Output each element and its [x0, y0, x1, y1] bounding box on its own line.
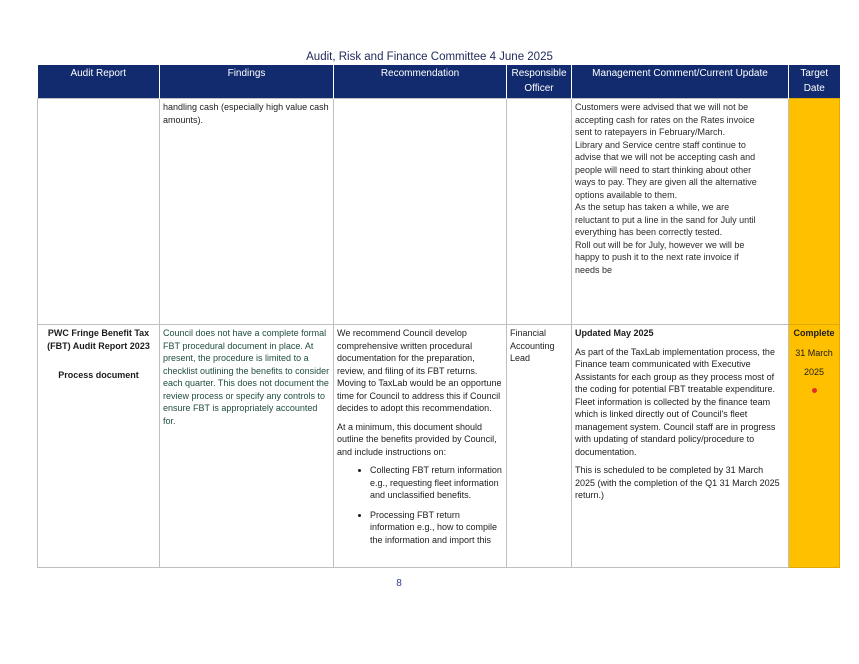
- audit-report-cell: [37, 98, 160, 325]
- management-comment-cell: Updated May 2025 As part of the TaxLab i…: [571, 324, 789, 568]
- header-target-date: Target Date: [788, 65, 840, 99]
- recommendation-list: Collecting FBT return information e.g., …: [337, 464, 503, 546]
- findings-cell: handling cash (especially high value cas…: [159, 98, 334, 325]
- update-line: Library and Service centre staff continu…: [575, 139, 746, 150]
- update-line: accepting cash for rates on the Rates in…: [575, 114, 755, 125]
- update-line: Roll out will be for July, however we wi…: [575, 239, 745, 250]
- header-findings: Findings: [159, 65, 334, 99]
- target-date: 31 March: [795, 347, 833, 358]
- header-management-comment: Management Comment/Current Update: [571, 65, 789, 99]
- recommendation-cell: We recommend Council develop comprehensi…: [333, 324, 507, 568]
- update-line: everything has been correctly tested.: [575, 227, 723, 237]
- update-line: needs be: [575, 264, 613, 275]
- target-date-cell: Complete 31 March 2025: [788, 324, 840, 568]
- update-line: people will need to start thinking about…: [575, 164, 752, 175]
- list-item: Collecting FBT return information e.g., …: [370, 464, 503, 502]
- header-audit-report: Audit Report: [37, 65, 160, 99]
- update-line: reluctant to put a line in the sand for …: [575, 214, 756, 225]
- list-item: Processing FBT return information e.g., …: [370, 509, 503, 547]
- audit-report-subtitle: Process document: [58, 370, 139, 380]
- document-title: Audit, Risk and Finance Committee 4 June…: [306, 51, 553, 63]
- responsible-officer-cell: [506, 98, 572, 325]
- update-paragraph: As part of the TaxLab implementation pro…: [575, 346, 776, 457]
- recommendation-paragraph: At a minimum, this document should outli…: [337, 421, 497, 457]
- responsible-officer-cell: Financial Accounting Lead: [506, 324, 572, 568]
- table-header-row: Audit Report Findings Recommendation Res…: [37, 65, 840, 99]
- update-line: sent to ratepayers in February/March.: [575, 127, 726, 137]
- page-number: 8: [396, 578, 402, 589]
- update-paragraph: This is scheduled to be completed by 31 …: [575, 465, 780, 500]
- audit-report-cell: PWC Fringe Benefit Tax (FBT) Audit Repor…: [37, 324, 160, 568]
- target-status: Complete: [793, 328, 835, 338]
- target-year: 2025: [803, 367, 825, 377]
- recommendation-cell: [333, 98, 507, 325]
- target-date-cell: [788, 98, 840, 325]
- management-comment-cell: Customers were advised that we will not …: [571, 98, 789, 325]
- update-line: options available to them.: [575, 189, 678, 200]
- update-heading: Updated May 2025: [575, 328, 654, 338]
- update-line: advise that we will not be accepting cas…: [575, 152, 756, 162]
- audit-report-title: PWC Fringe Benefit Tax (FBT) Audit Repor…: [47, 328, 150, 351]
- recommendation-paragraph: We recommend Council develop comprehensi…: [337, 328, 502, 413]
- audit-table: Audit Report Findings Recommendation Res…: [37, 65, 840, 568]
- header-responsible-officer: Responsible Officer: [506, 65, 572, 99]
- findings-cell: Council does not have a complete formal …: [159, 324, 334, 568]
- update-line: happy to push it to the next rate invoic…: [575, 252, 739, 262]
- table-row: handling cash (especially high value cas…: [37, 98, 840, 325]
- update-line: Customers were advised that we will not …: [575, 102, 749, 112]
- header-recommendation: Recommendation: [333, 65, 507, 99]
- update-line: ways to pay. They are given all the alte…: [575, 177, 757, 187]
- table-row: PWC Fringe Benefit Tax (FBT) Audit Repor…: [37, 324, 840, 568]
- update-line: As the setup has taken a while, we are: [575, 202, 730, 212]
- status-dot-icon: [811, 387, 817, 393]
